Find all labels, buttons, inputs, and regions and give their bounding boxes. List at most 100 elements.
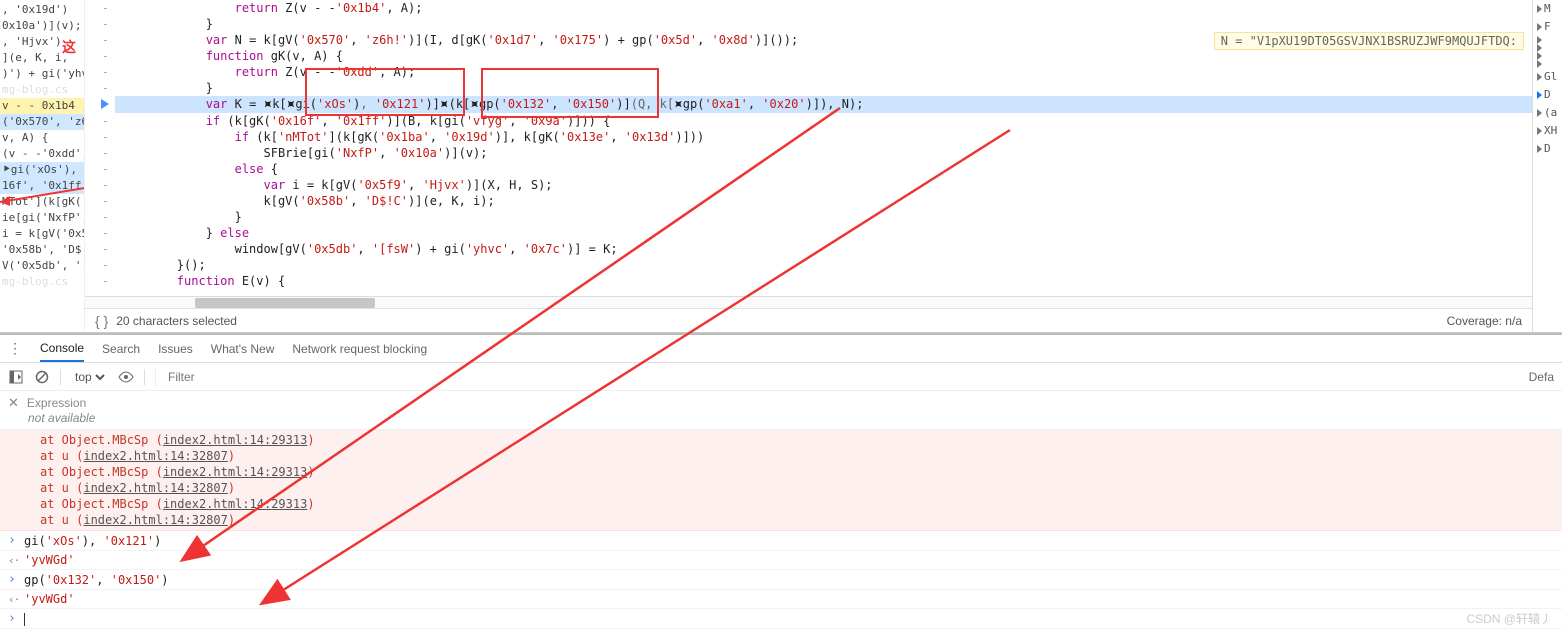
triangle-icon xyxy=(1537,109,1542,117)
code-line[interactable]: - function gK(v, A) { xyxy=(85,48,1532,64)
code-text[interactable]: window[gV('0x5db', '[fsW') + gi('yhvc', … xyxy=(115,241,1532,257)
gutter[interactable]: - xyxy=(85,273,115,289)
tab-issues[interactable]: Issues xyxy=(158,342,193,356)
console-output-row[interactable]: 'yvWGd' xyxy=(0,551,1562,570)
gutter[interactable]: - xyxy=(85,161,115,177)
code-line[interactable]: - }(); xyxy=(85,257,1532,273)
gutter[interactable]: - xyxy=(85,16,115,32)
code-fragment-line: 16f', '0x1ff') xyxy=(0,178,84,194)
tab-netblock[interactable]: Network request blocking xyxy=(292,342,427,356)
sidebar-item[interactable]: D xyxy=(1533,140,1562,158)
sidebar-item[interactable]: Gl xyxy=(1533,68,1562,86)
sidebar-item[interactable] xyxy=(1533,60,1562,68)
gutter[interactable]: - xyxy=(85,177,115,193)
gutter[interactable]: - xyxy=(85,80,115,96)
stack-frame[interactable]: at Object.MBcSp (index2.html:14:29313) xyxy=(40,432,1562,448)
gutter[interactable]: - xyxy=(85,129,115,145)
code-text[interactable]: k[gV('0x58b', 'D$!C')](e, K, i); xyxy=(115,193,1532,209)
sidebar-item[interactable]: F xyxy=(1533,18,1562,36)
code-line[interactable]: - } xyxy=(85,209,1532,225)
code-line[interactable]: - return Z(v - -'0x1b4', A); xyxy=(85,0,1532,16)
sidebar-item[interactable]: M xyxy=(1533,0,1562,18)
code-line[interactable]: - function E(v) { xyxy=(85,273,1532,289)
gutter[interactable] xyxy=(85,96,115,113)
watermark: CSDN @轩辕丿 xyxy=(1466,610,1552,627)
code-line[interactable]: - SFBrie[gi('NxfP', '0x10a')](v); xyxy=(85,145,1532,161)
console-input-row[interactable]: gi('xOs'), '0x121') xyxy=(0,531,1562,551)
gutter[interactable]: - xyxy=(85,257,115,273)
code-fragment-line: MTot'](k[gK('0x xyxy=(0,194,84,210)
levels-select[interactable]: Defa xyxy=(1529,370,1554,384)
console-input-row[interactable]: gp('0x132', '0x150') xyxy=(0,570,1562,590)
code-text[interactable]: function gK(v, A) { xyxy=(115,48,1532,64)
stack-frame[interactable]: at u (index2.html:14:32807) xyxy=(40,512,1562,528)
code-line[interactable]: - } xyxy=(85,80,1532,96)
tab-search[interactable]: Search xyxy=(102,342,140,356)
console-prompt[interactable] xyxy=(0,609,1562,629)
drawer-tabs: ⋮ Console Search Issues What's New Netwo… xyxy=(0,335,1562,363)
code-text[interactable]: } else xyxy=(115,225,1532,241)
code-line[interactable]: - } else xyxy=(85,225,1532,241)
code-text[interactable]: if (k[gK('0x16f', '0x1ff')](B, k[gi('vfy… xyxy=(115,113,1532,129)
gutter[interactable]: - xyxy=(85,225,115,241)
gutter[interactable]: - xyxy=(85,64,115,80)
code-text[interactable]: return Z(v - -'0xdd', A); xyxy=(115,64,1532,80)
gutter[interactable]: - xyxy=(85,209,115,225)
sidebar-item[interactable] xyxy=(1533,36,1562,44)
code-text[interactable]: function E(v) { xyxy=(115,273,1532,289)
sidebar-item[interactable]: XH xyxy=(1533,122,1562,140)
sidebar-item[interactable]: D xyxy=(1533,86,1562,104)
gutter[interactable]: - xyxy=(85,113,115,129)
filter-input[interactable] xyxy=(164,368,1519,386)
code-editor[interactable]: - return Z(v - -'0x1b4', A);- }- var N =… xyxy=(85,0,1532,332)
tab-console[interactable]: Console xyxy=(40,341,84,362)
gutter[interactable]: - xyxy=(85,0,115,16)
gutter[interactable]: - xyxy=(85,32,115,48)
code-text[interactable]: var K = ⯍k[⯍gi('xOs'), '0x121')]⯍(k[⯍gp(… xyxy=(115,96,1532,113)
code-text[interactable]: SFBrie[gi('NxfP', '0x10a')](v); xyxy=(115,145,1532,161)
code-line[interactable]: - if (k[gK('0x16f', '0x1ff')](B, k[gi('v… xyxy=(85,113,1532,129)
triangle-icon xyxy=(1537,127,1542,135)
context-select[interactable]: top xyxy=(71,369,108,385)
code-text[interactable]: }(); xyxy=(115,257,1532,273)
horizontal-scrollbar[interactable] xyxy=(85,296,1532,308)
close-icon[interactable]: ✕ xyxy=(8,395,19,411)
code-line[interactable]: - return Z(v - -'0xdd', A); xyxy=(85,64,1532,80)
code-text[interactable]: if (k['nMTot'](k[gK('0x1ba', '0x19d')], … xyxy=(115,129,1532,145)
gutter[interactable]: - xyxy=(85,145,115,161)
code-line[interactable]: - window[gV('0x5db', '[fsW') + gi('yhvc'… xyxy=(85,241,1532,257)
code-line[interactable]: - var i = k[gV('0x5f9', 'Hjvx')](X, H, S… xyxy=(85,177,1532,193)
console-output-row[interactable]: 'yvWGd' xyxy=(0,590,1562,609)
code-line[interactable]: - if (k['nMTot'](k[gK('0x1ba', '0x19d')]… xyxy=(85,129,1532,145)
scrollbar-thumb[interactable] xyxy=(195,298,375,308)
stack-frame[interactable]: at u (index2.html:14:32807) xyxy=(40,448,1562,464)
stack-frame[interactable]: at u (index2.html:14:32807) xyxy=(40,480,1562,496)
sidebar-item[interactable] xyxy=(1533,52,1562,60)
code-line[interactable]: - k[gV('0x58b', 'D$!C')](e, K, i); xyxy=(85,193,1532,209)
toggle-sidebar-icon[interactable] xyxy=(8,369,24,385)
code-text[interactable]: return Z(v - -'0x1b4', A); xyxy=(115,0,1532,16)
code-text[interactable]: } xyxy=(115,209,1532,225)
stack-frame[interactable]: at Object.MBcSp (index2.html:14:29313) xyxy=(40,496,1562,512)
stack-frame[interactable]: at Object.MBcSp (index2.html:14:29313) xyxy=(40,464,1562,480)
sidebar-item[interactable]: (a xyxy=(1533,104,1562,122)
eye-icon[interactable] xyxy=(118,369,134,385)
code-text[interactable]: else { xyxy=(115,161,1532,177)
code-text[interactable]: } xyxy=(115,16,1532,32)
clear-console-icon[interactable] xyxy=(34,369,50,385)
gutter[interactable]: - xyxy=(85,48,115,64)
debugger-sidebar[interactable]: MFGlD(aXHD xyxy=(1532,0,1562,332)
gutter[interactable]: - xyxy=(85,241,115,257)
code-text[interactable]: var i = k[gV('0x5f9', 'Hjvx')](X, H, S); xyxy=(115,177,1532,193)
code-line[interactable]: var K = ⯍k[⯍gi('xOs'), '0x121')]⯍(k[⯍gp(… xyxy=(85,96,1532,113)
console-body[interactable]: at Object.MBcSp (index2.html:14:29313)at… xyxy=(0,430,1562,633)
code-text[interactable]: } xyxy=(115,80,1532,96)
code-line[interactable]: - else { xyxy=(85,161,1532,177)
pretty-print-icon[interactable]: { } xyxy=(95,313,108,329)
error-stack[interactable]: at Object.MBcSp (index2.html:14:29313)at… xyxy=(0,430,1562,531)
code-line[interactable]: - } xyxy=(85,16,1532,32)
sidebar-item[interactable] xyxy=(1533,44,1562,52)
tab-whatsnew[interactable]: What's New xyxy=(211,342,275,356)
more-tabs-icon[interactable]: ⋮ xyxy=(8,340,22,357)
gutter[interactable]: - xyxy=(85,193,115,209)
